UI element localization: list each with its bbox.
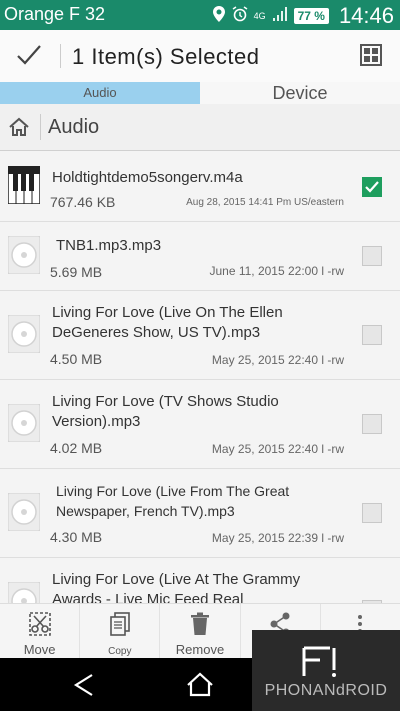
list-item[interactable]: TNB1.mp3.mp3 5.69 MB June 11, 2015 22:00… [0, 222, 400, 291]
file-checkbox[interactable] [362, 177, 382, 197]
file-name: Holdtightdemo5songerv.m4a [52, 169, 243, 186]
file-size: 767.46 KB [50, 194, 116, 210]
list-item[interactable]: Holdtightdemo5songerv.m4a 767.46 KB Aug … [0, 151, 400, 222]
location-icon [212, 6, 226, 26]
network-type-label: 4G [253, 11, 266, 21]
home-icon[interactable] [8, 116, 30, 138]
source-tabs: Audio Device [0, 82, 400, 104]
file-date: May 25, 2015 22:40 l -rw [211, 353, 344, 367]
copy-label: Copy [108, 646, 132, 657]
list-item[interactable]: Living For Love (Live From The Great New… [0, 469, 400, 558]
home-nav-icon[interactable] [185, 672, 215, 698]
carrier-name: Orange F 32 [4, 4, 106, 24]
status-icons: 4G 77 % 14:46 [212, 3, 394, 29]
piano-icon [8, 166, 40, 204]
remove-label: Remove [175, 642, 225, 657]
file-size: 4.02 MB [50, 440, 103, 456]
file-date: Aug 28, 2015 14:41 Pm US/eastern [186, 197, 344, 208]
move-label: Move [23, 642, 56, 657]
file-name: Living For Love (Live At The Grammy Awar… [52, 571, 301, 603]
copy-icon [109, 612, 130, 636]
file-name: Living For Love (Live On The Ellen DeGen… [52, 304, 283, 341]
file-date: May 25, 2015 22:39 l -rw [211, 531, 344, 545]
file-date: June 11, 2015 22:00 l -rw [209, 264, 344, 278]
file-name: Living For Love (Live From The Great New… [56, 483, 290, 519]
clock: 14:46 [338, 3, 394, 28]
file-checkbox[interactable] [362, 325, 382, 345]
signal-icon [272, 6, 288, 26]
tab-device[interactable]: Device [200, 82, 400, 104]
disc-icon [8, 315, 40, 353]
remove-button[interactable]: Remove [160, 604, 241, 659]
list-item[interactable]: Living For Love (Live At The Grammy Awar… [0, 558, 400, 603]
done-check-icon[interactable] [14, 40, 44, 70]
copy-button[interactable]: Copy [80, 604, 161, 659]
disc-icon [8, 404, 40, 442]
move-icon [28, 612, 51, 636]
file-name: Living For Love (TV Shows Studio Version… [52, 393, 279, 430]
file-name: TNB1.mp3.mp3 [56, 237, 162, 254]
watermark-text: PHONANdROID [264, 682, 388, 699]
status-bar: Orange F 32 4G 77 % 14:46 [0, 0, 400, 30]
breadcrumb-current-folder[interactable]: Audio [48, 116, 99, 139]
action-bar-divider [60, 44, 61, 68]
list-item[interactable]: Living For Love (TV Shows Studio Version… [0, 380, 400, 469]
disc-icon [8, 236, 40, 274]
file-size: 4.50 MB [50, 351, 103, 367]
list-item[interactable]: Living For Love (Live On The Ellen DeGen… [0, 291, 400, 380]
breadcrumb: Audio [0, 104, 400, 151]
back-icon[interactable] [70, 672, 100, 698]
select-all-grid-icon[interactable] [360, 44, 382, 66]
action-bar: 1 Item(s) Selected [0, 30, 400, 83]
disc-icon [8, 582, 40, 603]
breadcrumb-divider [40, 114, 41, 140]
tab-audio[interactable]: Audio [0, 82, 200, 104]
move-button[interactable]: Move [0, 604, 81, 659]
file-checkbox[interactable] [362, 503, 382, 523]
file-list[interactable]: Holdtightdemo5songerv.m4a 767.46 KB Aug … [0, 151, 400, 603]
watermark: PHONANdROID [252, 630, 400, 711]
watermark-logo-icon [302, 646, 336, 677]
file-size: 5.69 MB [50, 264, 103, 280]
battery-level: 77 % [293, 8, 329, 24]
trash-icon [191, 612, 209, 635]
file-size: 4.30 MB [50, 529, 103, 545]
alarm-icon [232, 6, 248, 26]
disc-icon [8, 493, 40, 531]
file-checkbox[interactable] [362, 246, 382, 266]
file-date: May 25, 2015 22:40 l -rw [211, 442, 344, 456]
selection-title: 1 Item(s) Selected [72, 44, 260, 69]
file-checkbox[interactable] [362, 414, 382, 434]
